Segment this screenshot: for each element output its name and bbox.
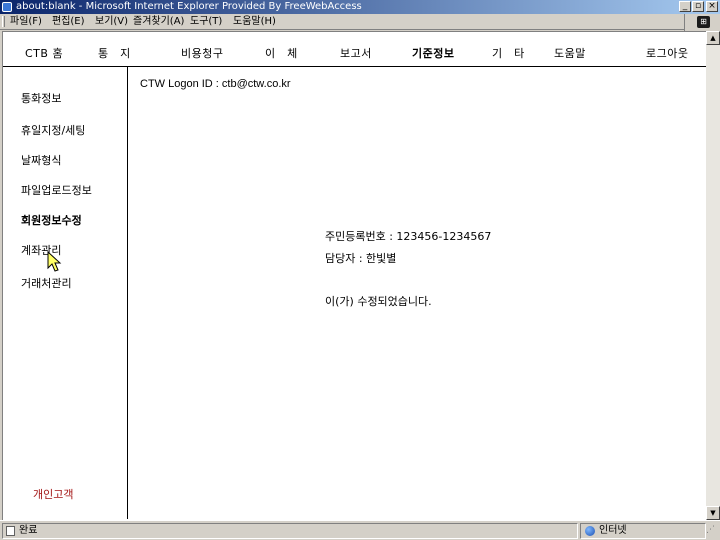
mouse-pointer-icon [47,251,62,272]
manager-text: 담당자 : 한빛별 [325,252,397,265]
sidebar-item-client-management[interactable]: 거래처관리 [21,275,72,291]
personal-customer-link[interactable]: 개인고객 [33,486,73,502]
windows-logo-icon: ⊞ [697,16,710,28]
ie-page-icon [2,2,12,12]
menu-help[interactable]: 도움말(H) [233,14,276,29]
update-message: 이(가) 수정되었습니다. [325,295,432,308]
nav-ctb-home[interactable]: CTB 홈 [25,45,63,61]
menu-tools[interactable]: 도구(T) [190,14,222,29]
throbber: ⊞ [684,14,720,31]
status-text: 완료 [19,525,38,536]
vertical-scrollbar[interactable]: ▲ ▼ [706,31,720,520]
logon-id-label: CTW Logon ID : ctb@ctw.co.kr [140,78,291,90]
nav-divider [3,66,706,67]
nav-notice[interactable]: 통 지 [98,45,131,61]
sidebar-item-member-info-edit[interactable]: 회원정보수정 [21,212,82,228]
menu-file[interactable]: 파일(F) [10,14,42,29]
scroll-down-arrow-icon[interactable]: ▼ [706,506,720,520]
status-bar: 완료 인터넷 ⋰ [0,520,720,540]
nav-report[interactable]: 보고서 [340,45,372,61]
menu-bar: 파일(F) 편집(E) 보기(V) 즐겨찾기(A) 도구(T) 도움말(H) [0,14,684,30]
title-bar: about:blank - Microsoft Internet Explore… [0,0,720,14]
nav-logout[interactable]: 로그아웃 [646,45,688,61]
page-done-icon [6,526,15,536]
sidebar-divider [127,67,128,519]
nav-billing[interactable]: 비용청구 [181,45,223,61]
status-main: 완료 [2,523,578,539]
nav-etc[interactable]: 기 타 [492,45,525,61]
sidebar-item-file-upload-info[interactable]: 파일업로드정보 [21,182,92,198]
close-button[interactable]: × [706,1,718,12]
nav-transfer[interactable]: 이 체 [265,45,298,61]
page-viewport: CTB 홈 통 지 비용청구 이 체 보고서 기준정보 기 타 도움말 로그아웃… [2,31,706,520]
internet-globe-icon [585,526,595,536]
menu-edit[interactable]: 편집(E) [52,14,85,29]
resize-grip-icon[interactable]: ⋰ [706,525,718,539]
resident-id-text: 주민등록번호 : 123456-1234567 [325,230,492,243]
sidebar-item-date-format[interactable]: 날짜형식 [21,152,61,168]
menu-grip [2,16,5,27]
security-zone: 인터넷 [580,523,706,539]
top-navigation: CTB 홈 통 지 비용청구 이 체 보고서 기준정보 기 타 도움말 로그아웃 [3,42,706,64]
zone-text: 인터넷 [599,525,627,536]
window-title: about:blank - Microsoft Internet Explore… [16,1,362,12]
scroll-up-arrow-icon[interactable]: ▲ [706,31,720,45]
maximize-button[interactable]: ▫ [692,1,704,12]
sidebar-item-holiday-settings[interactable]: 휴일지정/세팅 [21,122,85,138]
sidebar-item-call-info[interactable]: 통화정보 [21,90,61,106]
nav-base-info[interactable]: 기준정보 [412,45,454,61]
menu-favorites[interactable]: 즐겨찾기(A) [133,14,184,29]
menu-view[interactable]: 보기(V) [95,14,128,29]
minimize-button[interactable]: _ [679,1,691,12]
nav-help[interactable]: 도움말 [554,45,586,61]
